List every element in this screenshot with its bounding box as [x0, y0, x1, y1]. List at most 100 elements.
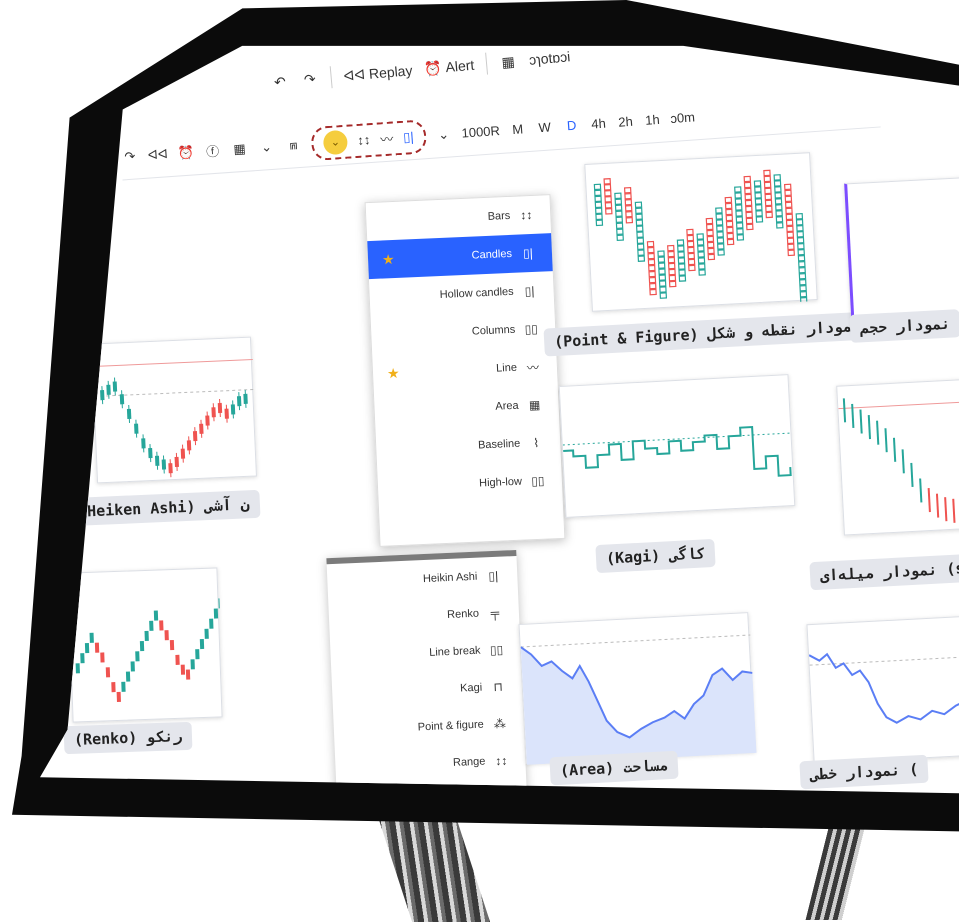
- pf-box: [667, 244, 675, 252]
- pf-box: [765, 211, 773, 219]
- gridline: [94, 388, 255, 397]
- menu-item-range[interactable]: Range ↕↕: [335, 741, 526, 786]
- chart-type-selector[interactable]: ⌄ ↕↕ 〰 ▯|: [310, 118, 427, 161]
- redo-icon-2[interactable]: ↷: [120, 145, 139, 168]
- pf-box: [636, 231, 644, 238]
- renko-brick: [149, 620, 154, 631]
- indicators-button[interactable]: ɔɿotɒɔi: [528, 46, 571, 71]
- pf-box: [743, 181, 752, 189]
- pf-box: [696, 239, 705, 246]
- pf-box: [658, 268, 666, 275]
- candle-body: [224, 408, 229, 419]
- pf-box: [648, 264, 656, 272]
- candle-body: [243, 393, 248, 404]
- pf-box: [647, 258, 656, 266]
- bar-mark: [867, 415, 872, 440]
- star-icon[interactable]: ★: [387, 364, 400, 382]
- pf-box: [715, 213, 723, 220]
- menu-item-high-low[interactable]: High-low ▯▯: [377, 461, 562, 507]
- thumb-point-figure: [584, 152, 818, 312]
- pf-box: [717, 249, 725, 256]
- timeframe-30m[interactable]: ɔ0m: [670, 106, 696, 130]
- pf-box: [774, 186, 782, 193]
- pf-box: [784, 201, 793, 209]
- pf-box: [676, 239, 685, 246]
- pf-box: [735, 222, 744, 229]
- kagi-line: [563, 425, 792, 477]
- renko-brick: [80, 653, 85, 664]
- replay-button[interactable]: ᐊᐊ Replay: [343, 59, 414, 87]
- pf-box: [725, 214, 734, 222]
- layout-grid-icon[interactable]: ▦: [498, 50, 518, 73]
- line-icon: 〰: [526, 360, 540, 375]
- candle-body: [141, 438, 146, 449]
- candle-body: [180, 448, 186, 459]
- caret-icon[interactable]: ⌄: [257, 135, 276, 158]
- timeframe-4h[interactable]: 4h: [589, 112, 608, 135]
- renko-brick: [94, 642, 100, 653]
- pf-box: [687, 246, 695, 254]
- timeframe-caret-icon[interactable]: ⌄: [434, 123, 453, 146]
- pf-box: [604, 196, 612, 203]
- caption-point-figure: (Point & Figure) نمودار نقطه و شکل: [543, 311, 872, 357]
- pf-box: [734, 192, 742, 199]
- timeframe-W[interactable]: W: [535, 116, 554, 139]
- timeframe-1000R[interactable]: 1000R: [461, 120, 501, 145]
- star-icon[interactable]: ★: [382, 250, 395, 268]
- pf-box: [594, 207, 603, 215]
- redo-icon[interactable]: ↷: [300, 67, 320, 90]
- compare-icon[interactable]: ⩎: [284, 133, 303, 156]
- indicator-count-badge[interactable]: ⓕ: [203, 139, 222, 162]
- pf-box: [636, 243, 645, 250]
- undo-icon[interactable]: ↶: [270, 70, 290, 93]
- candles-type-icon[interactable]: ▯|: [403, 129, 415, 146]
- pf-box: [744, 193, 752, 201]
- renko-brick: [159, 620, 164, 631]
- renko-brick: [195, 649, 200, 660]
- pf-box: [668, 280, 677, 288]
- alert-button[interactable]: ⏰ Alert: [423, 54, 475, 80]
- bar-mark: [944, 497, 948, 522]
- pf-box: [595, 213, 603, 221]
- candle-body: [199, 423, 204, 434]
- chart-type-menu-extra: Heikin Ashi ▯| Renko ╤ Line break ▯▯ Kagi ⊓ …: [326, 549, 528, 794]
- pf-box: [726, 232, 735, 240]
- renko-brick: [175, 654, 180, 665]
- renko-brick: [169, 639, 175, 651]
- pf-box: [775, 216, 784, 223]
- candle-body: [186, 440, 192, 451]
- pf-box: [765, 205, 773, 213]
- pf-box: [784, 195, 793, 203]
- pf-box: [594, 195, 602, 203]
- pf-box: [786, 231, 795, 239]
- bar-mark: [859, 409, 863, 434]
- pf-box: [744, 199, 753, 207]
- replay-icon[interactable]: ᐊᐊ: [147, 143, 168, 166]
- chart-type-dropdown-icon[interactable]: ⌄: [322, 129, 349, 155]
- range-icon: ↕↕: [495, 753, 508, 768]
- pf-box: [625, 210, 633, 218]
- pf-box: [668, 274, 677, 282]
- pf-box: [796, 237, 805, 244]
- renko-brick: [89, 632, 94, 643]
- point-figure-marks: [593, 169, 808, 304]
- timeframe-1h[interactable]: 1h: [643, 108, 662, 131]
- pf-box: [717, 243, 725, 250]
- renko-brick: [199, 638, 205, 650]
- timeframe-M[interactable]: M: [508, 118, 527, 141]
- bars-type-icon[interactable]: ↕↕: [357, 132, 371, 148]
- alert-icon[interactable]: ⏰: [176, 141, 195, 164]
- pf-box: [678, 263, 686, 270]
- pf-box: [773, 174, 782, 181]
- thumb-renko: [67, 567, 223, 723]
- pf-box: [754, 192, 762, 199]
- pf-box: [678, 275, 687, 282]
- line-type-icon[interactable]: 〰: [380, 128, 394, 148]
- timeframe-2h[interactable]: 2h: [616, 110, 635, 133]
- pf-box: [686, 228, 694, 236]
- timeframe-D[interactable]: D: [562, 114, 581, 137]
- renko-brick: [130, 661, 135, 672]
- templates-icon[interactable]: ▦: [230, 137, 249, 160]
- caption-heiken: (Heiken Ashi) ن آشی: [67, 489, 261, 527]
- pf-box: [745, 211, 753, 219]
